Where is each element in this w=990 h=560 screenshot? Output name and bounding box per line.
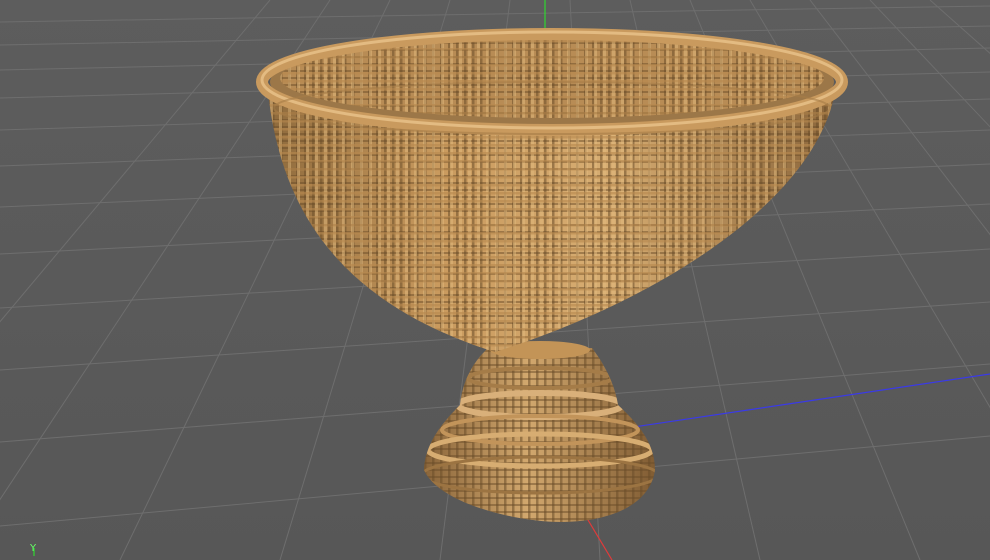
z-axis-line <box>599 373 990 433</box>
x-axis-line <box>584 514 613 560</box>
3d-viewport[interactable]: Y <box>0 0 990 560</box>
axis-gizmo-y-label: Y <box>30 543 37 554</box>
wicker-bowl[interactable] <box>256 28 850 360</box>
bowl-pedestal[interactable] <box>420 341 660 525</box>
